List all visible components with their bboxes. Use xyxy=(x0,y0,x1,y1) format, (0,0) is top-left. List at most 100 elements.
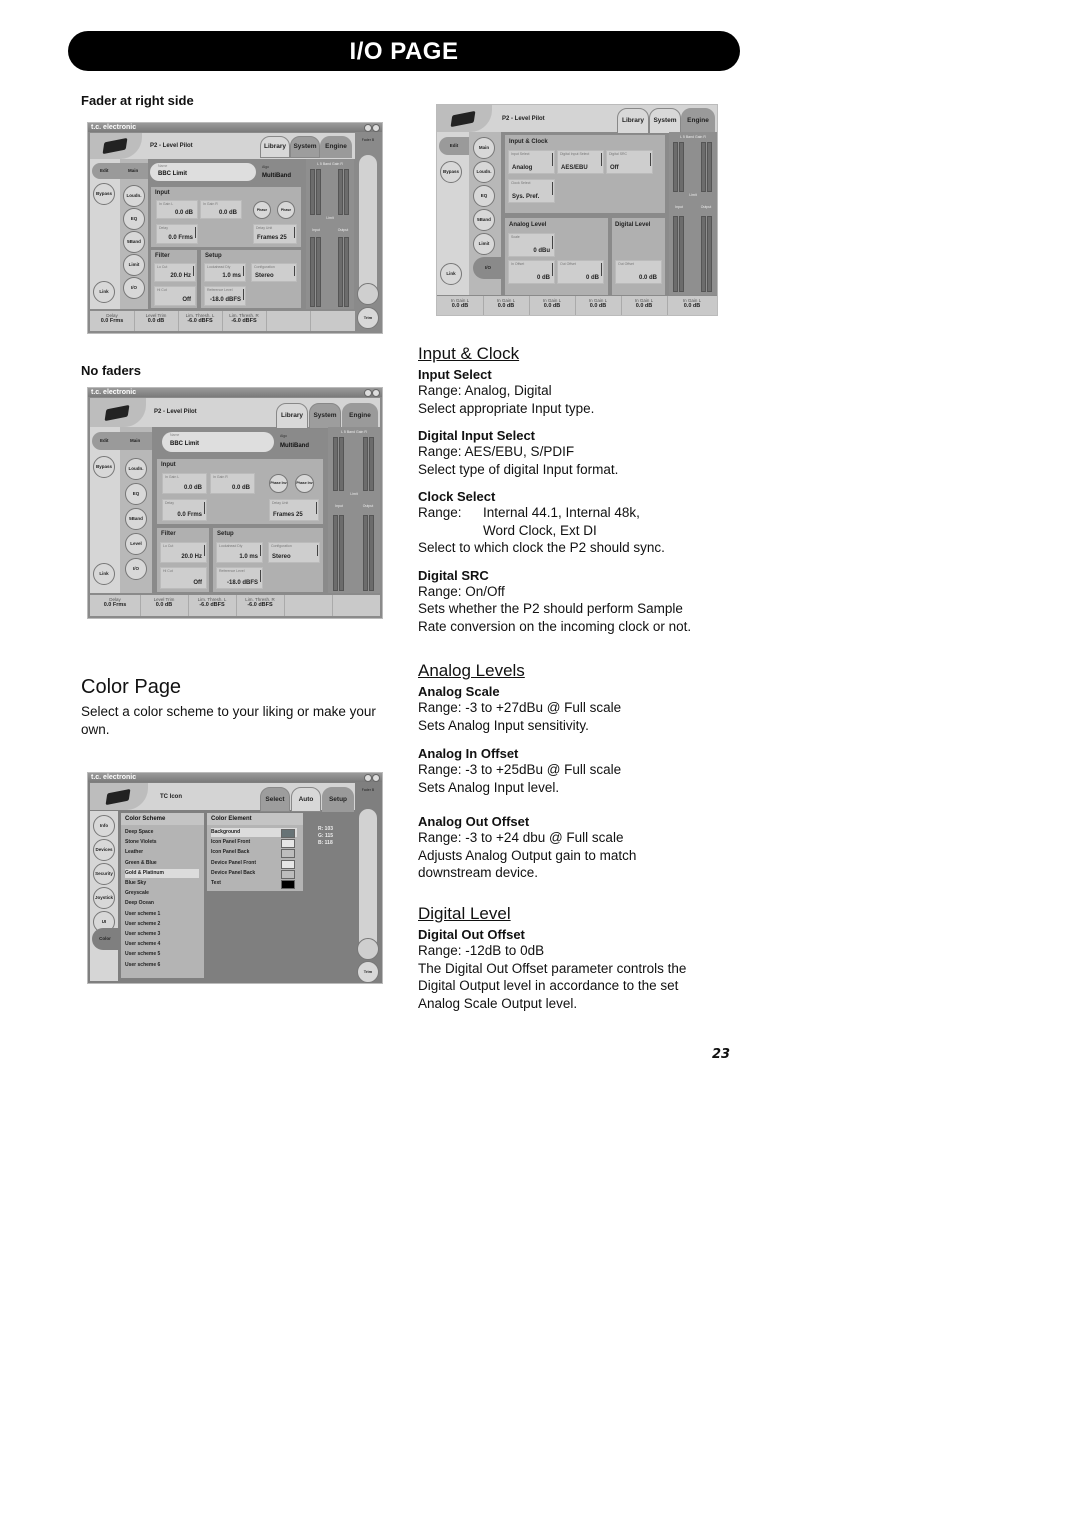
configuration-field[interactable]: Configuration Stereo xyxy=(268,542,320,563)
delay-unit-field[interactable]: Delay Unit Frames 25 xyxy=(253,224,297,244)
bottom-cell[interactable]: In Gain L 0.0 dB xyxy=(437,296,484,315)
bottom-cell[interactable]: In Gain L 0.0 dB xyxy=(667,296,717,315)
5band-button[interactable]: 5Band xyxy=(123,231,145,253)
color-scheme-item[interactable]: Deep Ocean xyxy=(125,899,199,908)
tab-library[interactable]: Library xyxy=(260,136,290,158)
close-button[interactable] xyxy=(372,124,380,132)
bottom-cell[interactable]: In Gain L 0.0 dB xyxy=(621,296,668,315)
edit-button[interactable]: Edit xyxy=(439,137,469,155)
bottom-cell[interactable]: Lim. Thresh. L -6.0 dBFS xyxy=(188,595,237,616)
delay-field[interactable]: Delay 0.0 Frms xyxy=(162,499,207,521)
loudness-button[interactable]: Loudn. xyxy=(125,458,147,480)
tab-system[interactable]: System xyxy=(290,136,320,158)
color-scheme-item[interactable]: User scheme 4 xyxy=(125,940,199,949)
color-element-item[interactable]: Icon Panel Front xyxy=(211,838,297,849)
bottom-cell[interactable]: Delay 0.0 Frms xyxy=(90,595,141,616)
hi-cut-field[interactable]: Hi Cut Off xyxy=(160,567,207,589)
lo-cut-field[interactable]: Lo Cut 20.0 Hz xyxy=(154,263,196,282)
devices-button[interactable]: Devices xyxy=(93,839,115,861)
fader-track[interactable] xyxy=(359,155,377,295)
in-offset-field[interactable]: In Offset 0 dB xyxy=(508,260,555,284)
bottom-cell[interactable]: Level Trim 0.0 dB xyxy=(134,311,179,331)
link-button[interactable]: Link xyxy=(93,563,115,585)
input-select-field[interactable]: Input Select Analog xyxy=(508,150,555,174)
bottom-cell[interactable] xyxy=(284,595,333,616)
color-swatch[interactable] xyxy=(281,880,295,889)
color-scheme-item[interactable]: Green & Blue xyxy=(125,859,199,868)
tab-select[interactable]: Select xyxy=(260,787,290,812)
in-gain-l-field[interactable]: In Gain L 0.0 dB xyxy=(162,473,207,494)
eq-button[interactable]: EQ xyxy=(473,185,495,207)
bottom-cell[interactable]: Lim. Thresh. R -6.0 dBFS xyxy=(236,595,285,616)
bottom-cell[interactable]: Lim. Thresh. L -6.0 dBFS xyxy=(178,311,223,331)
bottom-cell[interactable]: In Gain L 0.0 dB xyxy=(575,296,622,315)
bottom-cell[interactable] xyxy=(266,311,311,331)
phase-inv-r-button[interactable]: Phase Inv R xyxy=(295,474,314,493)
color-swatch[interactable] xyxy=(281,859,295,869)
bottom-cell[interactable]: In Gain L 0.0 dB xyxy=(529,296,576,315)
in-gain-r-field[interactable]: In Gain R 0.0 dB xyxy=(200,200,242,219)
eq-button[interactable]: EQ xyxy=(123,208,145,230)
color-scheme-item[interactable]: Leather xyxy=(125,848,199,857)
preset-name-field[interactable]: Name BBC Limit xyxy=(150,163,256,181)
digital-out-offset-field[interactable]: Out Offset 0.0 dB xyxy=(615,260,662,284)
delay-unit-field[interactable]: Delay Unit Frames 25 xyxy=(269,499,319,521)
color-scheme-item[interactable]: Blue Sky xyxy=(125,879,199,888)
link-button[interactable]: Link xyxy=(440,263,462,285)
digital-input-select-field[interactable]: Digital Input Select AES/EBU xyxy=(557,150,604,174)
edit-button[interactable]: Edit Main xyxy=(92,163,148,179)
tab-engine[interactable]: Engine xyxy=(681,108,715,134)
phase-inv-l-button[interactable]: Phase Inv L xyxy=(253,201,271,219)
io-button[interactable]: I/O xyxy=(125,558,147,580)
minimize-button[interactable] xyxy=(364,774,372,782)
color-scheme-item[interactable]: User scheme 2 xyxy=(125,920,199,929)
bottom-cell[interactable]: Delay 0.0 Frms xyxy=(90,311,135,331)
tab-engine[interactable]: Engine xyxy=(320,136,352,158)
bottom-cell[interactable]: Lim. Thresh. R -6.0 dBFS xyxy=(222,311,267,331)
io-button[interactable]: I/O xyxy=(123,277,145,299)
bottom-cell[interactable]: Level Trim 0.0 dB xyxy=(140,595,189,616)
level-button[interactable]: Level xyxy=(125,533,147,555)
out-offset-field[interactable]: Out Offset 0 dB xyxy=(557,260,604,284)
tab-library[interactable]: Library xyxy=(276,403,308,429)
fader-knob[interactable] xyxy=(357,283,379,305)
bypass-button[interactable]: Bypass xyxy=(440,161,462,183)
color-scheme-item[interactable]: Greyscale xyxy=(125,889,199,898)
minimize-button[interactable] xyxy=(364,389,372,397)
color-swatch[interactable] xyxy=(281,829,295,838)
color-scheme-item[interactable]: Stone Violets xyxy=(125,838,199,847)
color-swatch[interactable] xyxy=(281,849,295,859)
hi-cut-field[interactable]: Hi Cut Off xyxy=(154,286,196,306)
color-swatch[interactable] xyxy=(281,839,295,849)
reference-level-field[interactable]: Reference Level -18.0 dBFS xyxy=(216,567,263,589)
tab-library[interactable]: Library xyxy=(617,108,649,134)
clock-select-field[interactable]: Clock Select Sys. Pref. xyxy=(508,179,555,203)
color-element-item[interactable]: Text xyxy=(211,879,297,889)
lookahead-field[interactable]: Lookahead Dly 1.0 ms xyxy=(216,542,263,563)
bypass-button[interactable]: Bypass xyxy=(93,456,115,478)
main-button[interactable]: Main xyxy=(473,137,495,159)
info-button[interactable]: Info xyxy=(93,815,115,837)
joystick-button[interactable]: Joystick xyxy=(93,887,115,909)
fader-track[interactable] xyxy=(359,809,377,949)
loudness-button[interactable]: Loudn. xyxy=(123,185,145,207)
phase-inv-r-button[interactable]: Phase Inv R xyxy=(277,201,295,219)
color-scheme-item[interactable]: Gold & Platinum xyxy=(125,868,199,878)
reference-level-field[interactable]: Reference Level -18.0 dBFS xyxy=(204,286,246,306)
configuration-field[interactable]: Configuration Stereo xyxy=(251,263,297,282)
5band-button[interactable]: 5Band xyxy=(473,209,495,231)
color-scheme-item[interactable]: Deep Space xyxy=(125,828,199,837)
trim-button[interactable]: Trim xyxy=(357,961,379,983)
color-button-selected[interactable]: Color xyxy=(92,928,118,950)
close-button[interactable] xyxy=(372,774,380,782)
limit-button[interactable]: Limit xyxy=(473,233,495,255)
color-element-item[interactable]: Device Panel Front xyxy=(211,859,297,869)
color-scheme-item[interactable]: User scheme 1 xyxy=(125,910,199,919)
tab-setup[interactable]: Setup xyxy=(322,787,354,812)
preset-name-field[interactable]: Name BBC Limit xyxy=(162,432,274,452)
loudness-button[interactable]: Loudn. xyxy=(473,161,495,183)
color-scheme-item[interactable]: User scheme 6 xyxy=(125,961,199,970)
close-button[interactable] xyxy=(372,389,380,397)
in-gain-l-field[interactable]: In Gain L 0.0 dB xyxy=(156,200,198,219)
io-button-selected[interactable]: I/O xyxy=(473,257,503,279)
